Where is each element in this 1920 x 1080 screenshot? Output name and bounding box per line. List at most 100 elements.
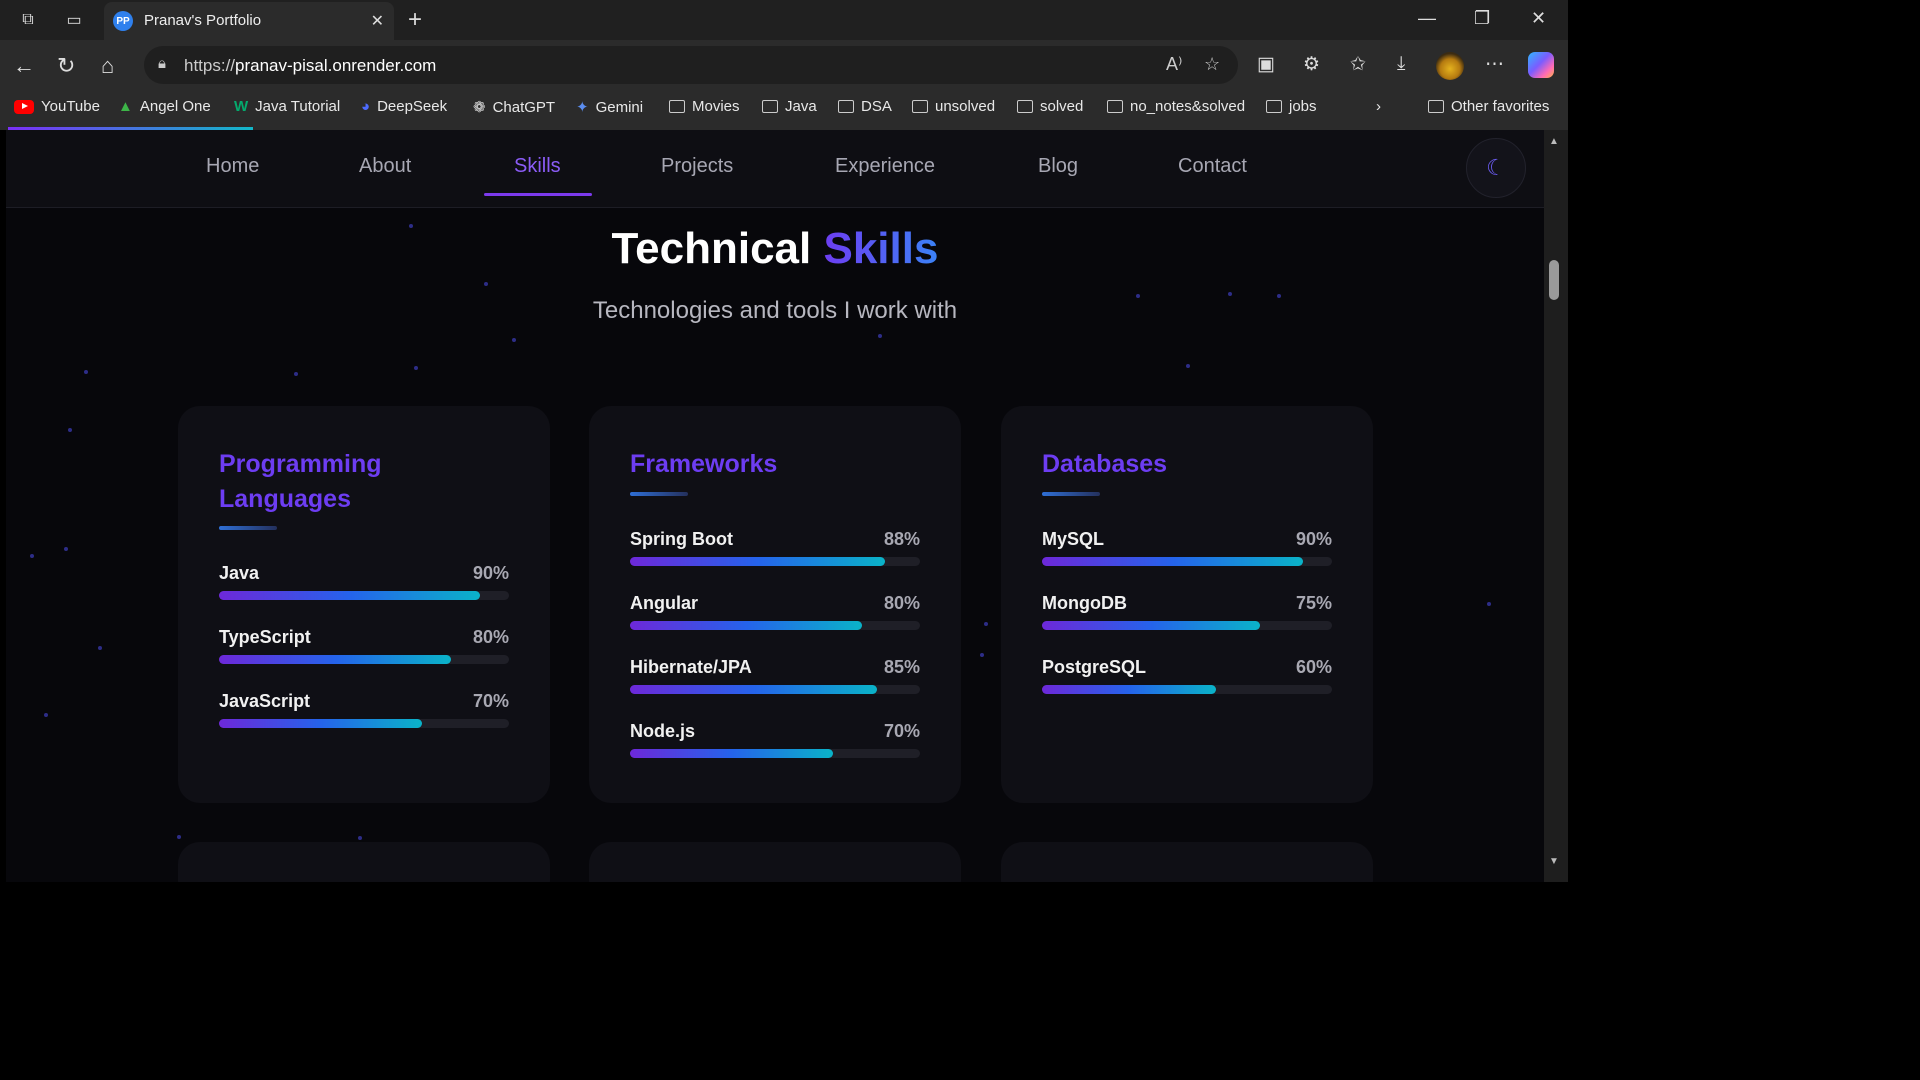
refresh-icon[interactable]: ↻ [57, 52, 75, 80]
skill-progress-track [219, 719, 509, 728]
bookmark-chatgpt[interactable]: ❁ ChatGPT [473, 98, 555, 117]
skill-name: MongoDB [1042, 593, 1127, 613]
page-viewport: Home About Skills Projects Experience Bl… [6, 130, 1544, 882]
close-window-icon[interactable]: ✕ [1531, 8, 1546, 29]
back-icon[interactable]: ← [13, 52, 35, 80]
skill-percent: 70% [472, 691, 509, 711]
scrollbar-thumb[interactable] [1549, 260, 1559, 300]
read-aloud-icon[interactable]: A⁾ [1166, 54, 1182, 75]
section-title-accent: Skills [823, 224, 939, 273]
skill-progress-track [1042, 557, 1332, 566]
skill-item: Java 90% [219, 563, 509, 613]
skill-item: Angular 80% [630, 593, 920, 643]
skill-name: Spring Boot [630, 529, 733, 549]
chatgpt-icon: ❁ [473, 99, 486, 116]
favorite-star-icon[interactable]: ☆ [1204, 54, 1220, 75]
more-menu-icon[interactable]: ⋯ [1485, 53, 1504, 76]
bookmark-label: Gemini [595, 98, 644, 116]
skill-percent: 85% [883, 657, 920, 677]
nav-blog[interactable]: Blog [1038, 155, 1078, 178]
bookmark-label: Angel One [139, 98, 211, 115]
skill-item: Node.js 70% [630, 721, 920, 771]
split-screen-icon[interactable]: ▣ [1257, 53, 1275, 76]
gemini-icon: ✦ [576, 99, 589, 116]
nav-contact[interactable]: Contact [1178, 155, 1247, 178]
card-title: Databases [1042, 450, 1168, 478]
browser-title-bar: ⧉ ▭ PP Pranav's Portfolio ✕ + — ❐ ✕ [0, 0, 1568, 40]
skill-item: TypeScript 80% [219, 627, 509, 677]
browser-tab[interactable]: PP Pranav's Portfolio ✕ [104, 2, 394, 40]
bookmark-youtube[interactable]: YouTube [14, 98, 100, 115]
address-bar-row: ← ↻ ⌂ 🔒︎ https://pranav-pisal.onrender.c… [0, 40, 1568, 92]
bookmark-java-tutorial[interactable]: W Java Tutorial [234, 98, 340, 115]
skill-percent: 80% [472, 627, 509, 647]
extensions-icon[interactable]: ⚙ [1303, 53, 1320, 76]
workspaces-icon[interactable]: ⧉ [16, 8, 40, 32]
skill-name: MySQL [1042, 529, 1105, 549]
nav-home[interactable]: Home [206, 155, 259, 178]
skill-progress-fill [630, 621, 862, 630]
skill-percent: 75% [1295, 593, 1332, 613]
skill-progress-track [630, 557, 920, 566]
home-icon[interactable]: ⌂ [101, 52, 114, 80]
folder-icon [1266, 100, 1282, 113]
scroll-up-icon[interactable]: ▲ [1549, 136, 1559, 147]
bookmark-dsa[interactable]: DSA [838, 98, 892, 115]
lock-icon[interactable]: 🔒︎ [158, 55, 166, 72]
bookmark-solved[interactable]: solved [1017, 98, 1083, 115]
bookmark-movies[interactable]: Movies [669, 98, 740, 115]
skill-item: MongoDB 75% [1042, 593, 1332, 643]
section-title: Technical Skills [6, 224, 1544, 274]
active-nav-underline [484, 193, 592, 196]
skill-progress-fill [630, 749, 833, 758]
scroll-down-icon[interactable]: ▼ [1549, 856, 1559, 867]
skill-item: Spring Boot 88% [630, 529, 920, 579]
url-domain: pranav-pisal.onrender.com [235, 56, 437, 75]
star-dot [984, 622, 988, 626]
minimize-icon[interactable]: — [1418, 8, 1436, 29]
folder-icon [1017, 100, 1033, 113]
skill-progress-fill [630, 557, 886, 566]
url-field[interactable]: 🔒︎ https://pranav-pisal.onrender.com A⁾ … [144, 46, 1238, 84]
skill-progress-fill [1042, 621, 1260, 630]
new-tab-icon[interactable]: + [408, 6, 422, 34]
nav-experience[interactable]: Experience [835, 155, 935, 178]
bookmark-unsolved[interactable]: unsolved [912, 98, 995, 115]
skill-item: MySQL 90% [1042, 529, 1332, 579]
skill-percent: 90% [1295, 529, 1332, 549]
star-dot [44, 713, 48, 717]
bookmark-jobs[interactable]: jobs [1266, 98, 1317, 115]
skill-percent: 88% [883, 529, 920, 549]
skill-name: Java [219, 563, 260, 583]
theme-toggle-button[interactable]: ☾ [1466, 138, 1526, 198]
bookmark-gemini[interactable]: ✦ Gemini [576, 98, 644, 117]
page-scrollbar[interactable]: ▲ ▼ [1544, 130, 1568, 882]
bookmark-no-notes-solved[interactable]: no_notes&solved [1107, 98, 1245, 115]
downloads-icon[interactable]: ⤓ [1397, 53, 1405, 75]
star-dot [358, 836, 362, 840]
bookmark-deepseek[interactable]: ◕ DeepSeek [361, 98, 447, 115]
copilot-icon[interactable] [1528, 52, 1554, 78]
tab-actions-icon[interactable]: ▭ [62, 8, 86, 32]
skill-progress-track [1042, 621, 1332, 630]
more-bookmarks-chevron-icon[interactable]: › [1376, 98, 1381, 115]
bookmark-other-favorites[interactable]: Other favorites [1428, 98, 1549, 115]
skill-progress-fill [1042, 557, 1303, 566]
angel-one-icon: ▲ [118, 98, 133, 115]
nav-projects[interactable]: Projects [661, 155, 733, 178]
bookmark-angel-one[interactable]: ▲ Angel One [118, 98, 211, 115]
moon-icon: ☾ [1486, 155, 1506, 180]
skill-percent: 80% [883, 593, 920, 613]
favorites-icon[interactable]: ✩ [1350, 53, 1366, 76]
skill-item: PostgreSQL 60% [1042, 657, 1332, 707]
skill-progress-fill [219, 591, 480, 600]
bookmark-java[interactable]: Java [762, 98, 817, 115]
restore-icon[interactable]: ❐ [1474, 8, 1490, 29]
nav-skills[interactable]: Skills [514, 155, 561, 178]
skill-card-partial [589, 842, 961, 882]
skill-card-databases: Databases MySQL 90% MongoDB 75% PostgreS… [1001, 406, 1373, 803]
skill-percent: 70% [883, 721, 920, 741]
nav-about[interactable]: About [359, 155, 411, 178]
profile-avatar[interactable] [1436, 52, 1464, 80]
close-tab-icon[interactable]: ✕ [371, 11, 384, 31]
